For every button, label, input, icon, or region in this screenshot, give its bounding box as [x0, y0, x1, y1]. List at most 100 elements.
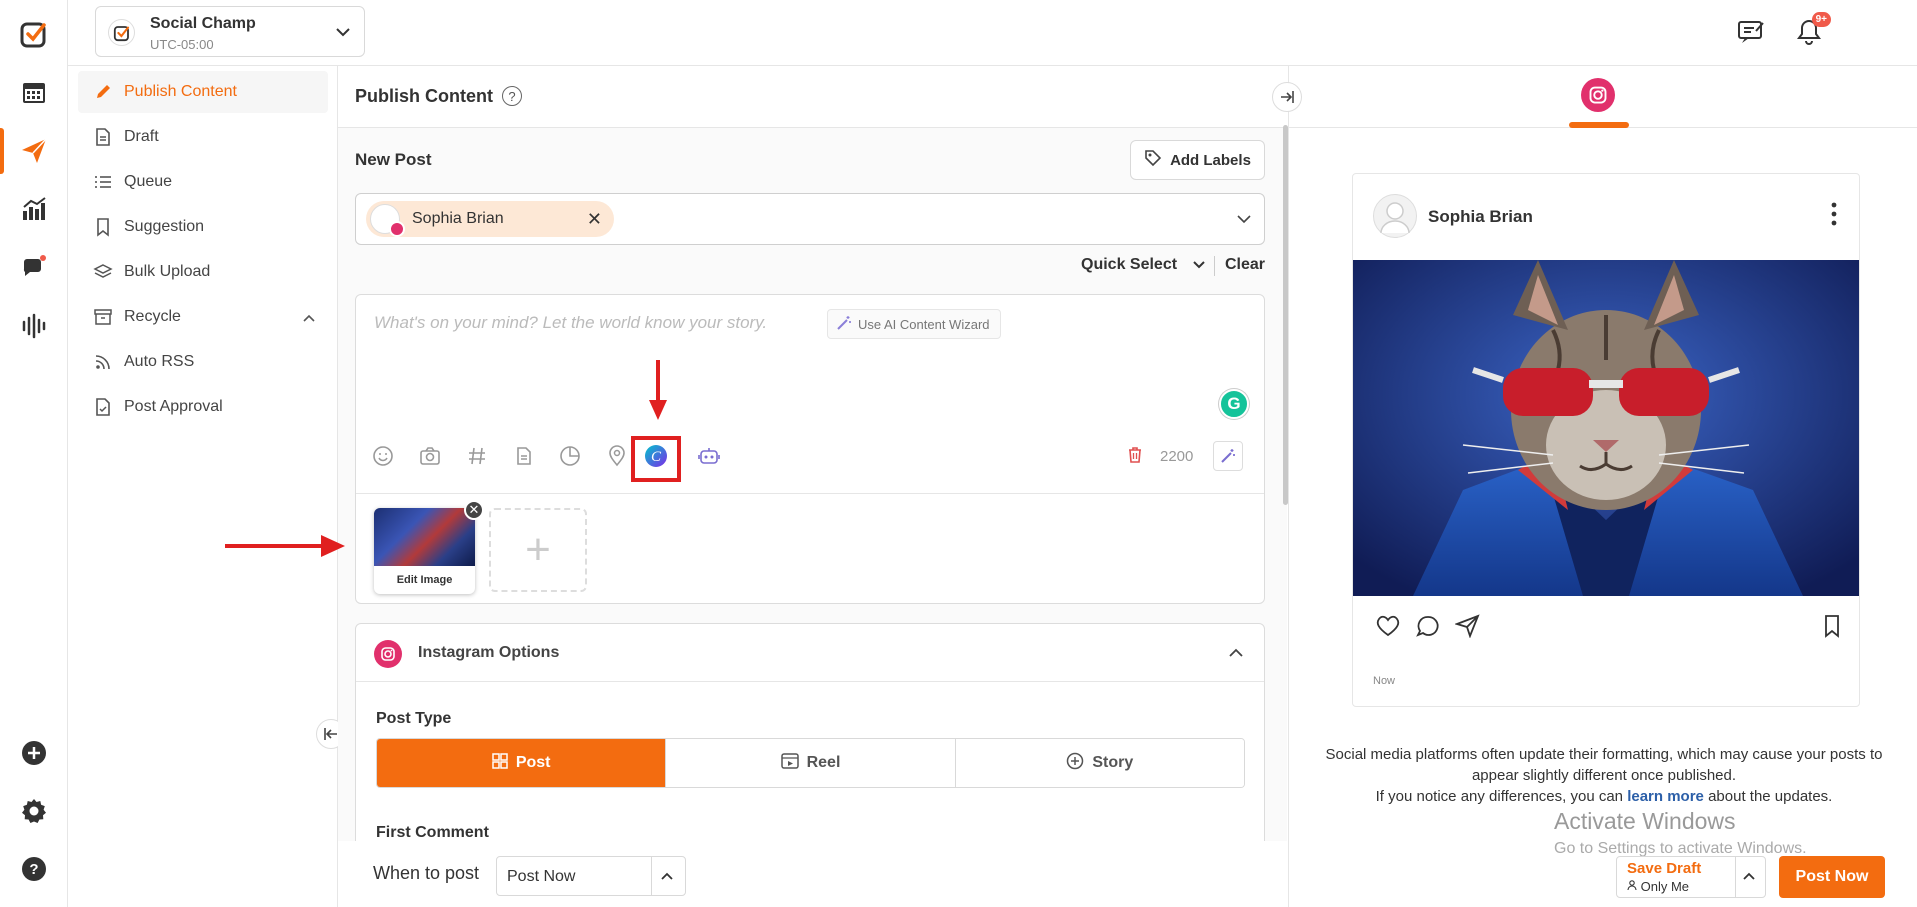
listening-icon[interactable] — [14, 306, 54, 346]
chevron-up-icon[interactable] — [1741, 869, 1757, 888]
nav-item-auto-rss[interactable]: Auto RSS — [78, 341, 328, 383]
chevron-up-icon[interactable] — [1228, 646, 1244, 664]
ai-robot-icon[interactable] — [696, 443, 722, 469]
annotation-arrow-down-icon — [649, 360, 667, 420]
nav-item-label: Bulk Upload — [124, 263, 211, 280]
learn-more-link[interactable]: learn more — [1627, 788, 1704, 805]
icon-rail: ? — [0, 0, 68, 907]
avatar — [1373, 194, 1417, 238]
visibility-label: Only Me — [1627, 879, 1689, 894]
layers-icon — [92, 261, 114, 283]
analytics-icon[interactable] — [14, 189, 54, 229]
workspace-logo-icon — [108, 19, 135, 46]
add-media-button[interactable]: + — [489, 508, 587, 592]
preview-account-name: Sophia Brian — [1428, 207, 1533, 226]
workspace-selector[interactable]: Social Champ UTC-05:00 — [95, 6, 365, 57]
grammarly-icon[interactable]: G — [1219, 389, 1249, 419]
collapse-preview-button[interactable] — [1272, 82, 1302, 112]
remove-account-close-icon[interactable]: ✕ — [587, 209, 602, 230]
nav-item-label: Draft — [124, 128, 159, 145]
nav-item-bulk-upload[interactable]: Bulk Upload — [78, 251, 328, 293]
divider — [651, 857, 652, 895]
nav-item-label: Publish Content — [124, 83, 237, 100]
preview-disclaimer: Social media platforms often update thei… — [1319, 744, 1889, 807]
post-text-input[interactable]: What's on your mind? Let the world know … — [374, 313, 767, 333]
pencil-icon — [92, 81, 114, 103]
instagram-options-title: Instagram Options — [418, 644, 560, 661]
publish-paper-plane-icon[interactable] — [14, 131, 54, 171]
edit-image-button[interactable]: Edit Image — [374, 574, 475, 586]
avatar — [370, 204, 405, 237]
notification-bell-icon[interactable]: 9+ — [1791, 12, 1831, 50]
clear-button[interactable]: Clear — [1225, 256, 1265, 274]
nav-item-label: Suggestion — [124, 218, 205, 235]
account-selector[interactable]: Sophia Brian ✕ — [355, 193, 1265, 245]
nav-item-suggestion[interactable]: Suggestion — [78, 206, 328, 248]
social-champ-logo[interactable] — [14, 14, 54, 54]
quick-select-dropdown[interactable]: Quick Select — [1081, 256, 1177, 274]
page-title: Publish Content — [355, 86, 493, 106]
ai-wizard-label: Use AI Content Wizard — [858, 316, 990, 332]
nav-item-publish-content[interactable]: Publish Content — [78, 71, 328, 113]
post-actions — [1375, 614, 1481, 643]
ai-magic-button[interactable] — [1213, 441, 1243, 471]
rail-active-indicator — [0, 128, 4, 174]
help-icon[interactable]: ? — [14, 849, 54, 889]
nav-item-recycle[interactable]: Recycle — [78, 296, 328, 338]
pie-chart-icon[interactable] — [557, 443, 583, 469]
emoji-icon[interactable] — [370, 443, 396, 469]
nav-item-queue[interactable]: Queue — [78, 161, 328, 203]
nav-item-label: Recycle — [124, 308, 181, 325]
preview-header — [1289, 66, 1917, 128]
post-type-label-reel: Reel — [806, 754, 841, 771]
selected-account-chip[interactable]: Sophia Brian ✕ — [366, 201, 614, 237]
help-circle-icon[interactable]: ? — [502, 86, 522, 106]
list-icon — [92, 171, 114, 193]
tag-icon — [1144, 149, 1162, 171]
schedule-bar: When to post Post Now — [338, 841, 1287, 907]
preview-panel: Sophia Brian Now Social media platforms … — [1288, 66, 1917, 907]
nav-item-draft[interactable]: Draft — [78, 116, 328, 158]
location-pin-icon[interactable] — [604, 443, 630, 469]
compose-panel: Publish Content ? New Post Add Labels So… — [338, 66, 1302, 907]
post-type-post-button[interactable]: Post — [377, 739, 667, 787]
when-to-post-label: When to post — [373, 863, 480, 883]
media-thumbnail[interactable]: Edit Image — [374, 508, 475, 594]
post-type-label-post: Post — [515, 754, 551, 771]
chevron-down-icon[interactable] — [1192, 258, 1206, 276]
remove-media-close-icon[interactable]: ✕ — [464, 500, 484, 520]
divider — [1735, 857, 1736, 897]
feedback-icon[interactable] — [1733, 14, 1769, 50]
chevron-down-icon[interactable] — [1236, 212, 1252, 230]
heart-icon — [1375, 614, 1401, 643]
canva-highlight-box — [631, 436, 681, 482]
workspace-timezone: UTC-05:00 — [150, 37, 214, 52]
nav-item-post-approval[interactable]: Post Approval — [78, 386, 328, 428]
template-document-icon[interactable] — [511, 443, 537, 469]
calendar-icon[interactable] — [14, 72, 54, 112]
divider — [356, 493, 1264, 494]
instagram-options-header[interactable]: Instagram Options — [356, 624, 1264, 682]
ai-content-wizard-button[interactable]: Use AI Content Wizard — [827, 309, 1001, 339]
chevron-up-icon — [302, 310, 316, 328]
hashtag-icon[interactable] — [464, 443, 490, 469]
post-now-button[interactable]: Post Now — [1779, 856, 1885, 898]
save-draft-button[interactable]: Save Draft Only Me — [1616, 856, 1766, 898]
when-to-post-select[interactable]: Post Now — [496, 856, 686, 896]
instagram-preview-tab-icon[interactable] — [1581, 78, 1615, 112]
preview-timestamp: Now — [1373, 675, 1396, 687]
character-count: 2200 — [1160, 448, 1194, 465]
inbox-chat-icon[interactable] — [14, 247, 54, 287]
compose-header: Publish Content ? — [338, 66, 1287, 128]
settings-gear-icon[interactable] — [14, 791, 54, 831]
add-labels-button[interactable]: Add Labels — [1130, 140, 1265, 180]
add-icon[interactable] — [14, 733, 54, 773]
disclaimer-text-2: If you notice any differences, you can — [1375, 788, 1624, 805]
cat-image-thumbnail — [374, 508, 475, 566]
post-type-label-story: Story — [1092, 754, 1134, 771]
post-type-reel-button[interactable]: Reel — [666, 739, 956, 787]
camera-icon[interactable] — [417, 443, 443, 469]
post-type-story-button[interactable]: Story — [955, 739, 1244, 787]
nav-item-label: Auto RSS — [124, 353, 195, 370]
trash-icon[interactable] — [1127, 446, 1143, 469]
